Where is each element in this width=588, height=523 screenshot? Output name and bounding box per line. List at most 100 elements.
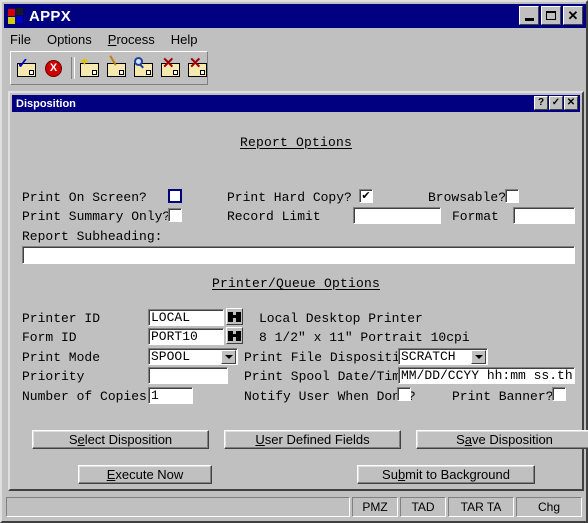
minimize-button[interactable] bbox=[519, 6, 539, 25]
menu-item-file[interactable]: File bbox=[10, 32, 31, 47]
print-file-disposition-label: Print File Disposition bbox=[244, 350, 416, 365]
toolbar-separator bbox=[71, 57, 75, 79]
status-cell-tad: TAD bbox=[400, 497, 446, 517]
menu-item-help[interactable]: Help bbox=[171, 32, 198, 47]
menu-item-options[interactable]: Options bbox=[47, 32, 92, 47]
priority-label: Priority bbox=[22, 369, 85, 384]
printer-id-lookup-button[interactable] bbox=[226, 308, 243, 325]
number-of-copies-label: Number of Copies bbox=[22, 389, 147, 404]
format-label: Format bbox=[452, 209, 499, 224]
select-disposition-post: lect Disposition bbox=[84, 432, 173, 447]
print-summary-only-checkbox[interactable] bbox=[168, 208, 182, 222]
status-bar: PMZ TAD TAR TA Chg bbox=[6, 496, 584, 518]
edit-folder-icon[interactable] bbox=[106, 55, 128, 79]
binoculars-icon bbox=[228, 330, 241, 341]
execute-now-accel: E bbox=[106, 467, 116, 482]
new-folder-icon[interactable]: ✦ bbox=[79, 55, 101, 79]
print-file-disposition-select[interactable]: SCRATCH bbox=[398, 348, 488, 365]
report-options-heading-text: Report Options bbox=[239, 135, 353, 150]
print-hard-copy-label: Print Hard Copy? bbox=[227, 190, 352, 205]
chevron-down-icon[interactable] bbox=[221, 350, 236, 364]
notify-user-checkbox[interactable] bbox=[397, 387, 411, 401]
report-subheading-input[interactable] bbox=[22, 246, 575, 264]
browsable-checkbox[interactable] bbox=[505, 189, 519, 203]
dialog-ok-button[interactable]: ✓ bbox=[549, 96, 563, 110]
toolbar: ✓ X ✦ ✕ ✕ bbox=[10, 51, 208, 85]
save-disposition-post: ve Disposition bbox=[471, 432, 553, 447]
print-mode-select[interactable]: SPOOL bbox=[148, 348, 238, 365]
report-subheading-label: Report Subheading: bbox=[22, 229, 163, 244]
user-defined-fields-post: ser Defined Fields bbox=[264, 432, 370, 447]
delete-folder-icon[interactable]: ✕ bbox=[160, 56, 182, 79]
dialog-body: Report Options Print On Screen? Print Ha… bbox=[12, 113, 588, 489]
execute-now-button[interactable]: Execute Now bbox=[78, 465, 212, 484]
print-banner-label: Print Banner? bbox=[452, 389, 554, 404]
printer-id-description: Local Desktop Printer bbox=[259, 311, 423, 326]
chevron-down-icon[interactable] bbox=[471, 350, 486, 364]
menu-item-process[interactable]: Process bbox=[108, 32, 155, 47]
user-defined-fields-button[interactable]: User Defined Fields bbox=[224, 430, 401, 449]
stop-icon-label: X bbox=[45, 60, 62, 77]
printer-queue-options-heading-text: Printer/Queue Options bbox=[211, 276, 381, 291]
select-disposition-accel: e bbox=[77, 432, 85, 447]
notify-user-label: Notify User When Done? bbox=[244, 389, 416, 404]
maximize-button[interactable] bbox=[541, 6, 561, 25]
dialog-help-button[interactable]: ? bbox=[534, 96, 548, 110]
browsable-label: Browsable? bbox=[428, 190, 507, 205]
format-input[interactable] bbox=[513, 207, 575, 224]
submit-to-background-accel: b bbox=[397, 467, 406, 482]
application-window: APPX ✕ File Options Process Help ✓ X ✦ ✕… bbox=[0, 0, 588, 523]
printer-id-input[interactable]: LOCAL bbox=[148, 309, 224, 326]
dialog-title-bar[interactable]: Disposition ? ✓ ✕ bbox=[12, 95, 580, 112]
save-disposition-button[interactable]: Sa ve Disposition bbox=[416, 430, 588, 449]
status-cell-pmz: PMZ bbox=[352, 497, 398, 517]
dialog-close-button[interactable]: ✕ bbox=[564, 96, 578, 110]
disposition-dialog: Disposition ? ✓ ✕ Report Options Print O… bbox=[8, 91, 588, 491]
menu-label-help: Help bbox=[170, 31, 198, 47]
confirm-folder-icon[interactable]: ✓ bbox=[16, 56, 38, 79]
submit-to-background-button[interactable]: Su b mit to Background bbox=[357, 465, 535, 484]
print-spool-datetime-input[interactable]: MM/DD/CCYY hh:mm ss.th bbox=[398, 367, 575, 384]
print-on-screen-checkbox[interactable] bbox=[168, 189, 182, 203]
save-disposition-accel: a bbox=[464, 432, 472, 447]
window-controls: ✕ bbox=[519, 6, 583, 25]
form-id-lookup-button[interactable] bbox=[226, 327, 243, 344]
print-hard-copy-checkbox[interactable]: ✔ bbox=[359, 189, 373, 203]
print-on-screen-label: Print On Screen? bbox=[22, 190, 147, 205]
print-mode-value: SPOOL bbox=[151, 349, 191, 364]
print-summary-only-label: Print Summary Only? bbox=[22, 209, 171, 224]
record-limit-input[interactable] bbox=[353, 207, 441, 224]
windows-logo-icon bbox=[7, 7, 25, 25]
print-banner-checkbox[interactable] bbox=[552, 387, 566, 401]
status-cell-tarta: TAR TA bbox=[448, 497, 514, 517]
submit-to-background-pre: Su bbox=[382, 467, 398, 482]
execute-now-post: xecute Now bbox=[115, 467, 184, 482]
priority-input[interactable] bbox=[148, 367, 228, 384]
form-id-description: 8 1/2" x 11" Portrait 10cpi bbox=[259, 330, 470, 345]
record-limit-label: Record Limit bbox=[227, 209, 321, 224]
menu-bar: File Options Process Help bbox=[4, 29, 586, 49]
print-spool-datetime-label: Print Spool Date/Time bbox=[244, 369, 408, 384]
printer-queue-options-heading: Printer/Queue Options bbox=[12, 276, 580, 291]
select-disposition-button[interactable]: Se lect Disposition bbox=[32, 430, 209, 449]
delete-all-folder-icon[interactable]: ✕ bbox=[187, 56, 209, 79]
binoculars-icon bbox=[228, 311, 241, 322]
cancel-stop-icon[interactable]: X bbox=[43, 57, 65, 79]
dialog-title: Disposition bbox=[16, 97, 76, 110]
menu-label-options: Options bbox=[46, 31, 92, 47]
printer-id-label: Printer ID bbox=[22, 311, 101, 326]
close-button[interactable]: ✕ bbox=[563, 6, 583, 25]
print-mode-label: Print Mode bbox=[22, 350, 101, 365]
window-title: APPX bbox=[29, 7, 72, 25]
save-disposition-pre: S bbox=[456, 432, 465, 447]
menu-label-process: rocess bbox=[116, 31, 155, 47]
checkmark-icon: ✔ bbox=[361, 189, 371, 202]
number-of-copies-input[interactable]: 1 bbox=[148, 387, 193, 404]
report-options-heading: Report Options bbox=[12, 135, 580, 150]
form-id-input[interactable]: PORT10 bbox=[148, 328, 224, 345]
status-message bbox=[6, 497, 350, 517]
window-title-bar[interactable]: APPX ✕ bbox=[4, 4, 586, 28]
find-folder-icon[interactable] bbox=[133, 57, 155, 79]
submit-to-background-post: mit to Background bbox=[405, 467, 510, 482]
print-file-disposition-value: SCRATCH bbox=[401, 349, 456, 364]
